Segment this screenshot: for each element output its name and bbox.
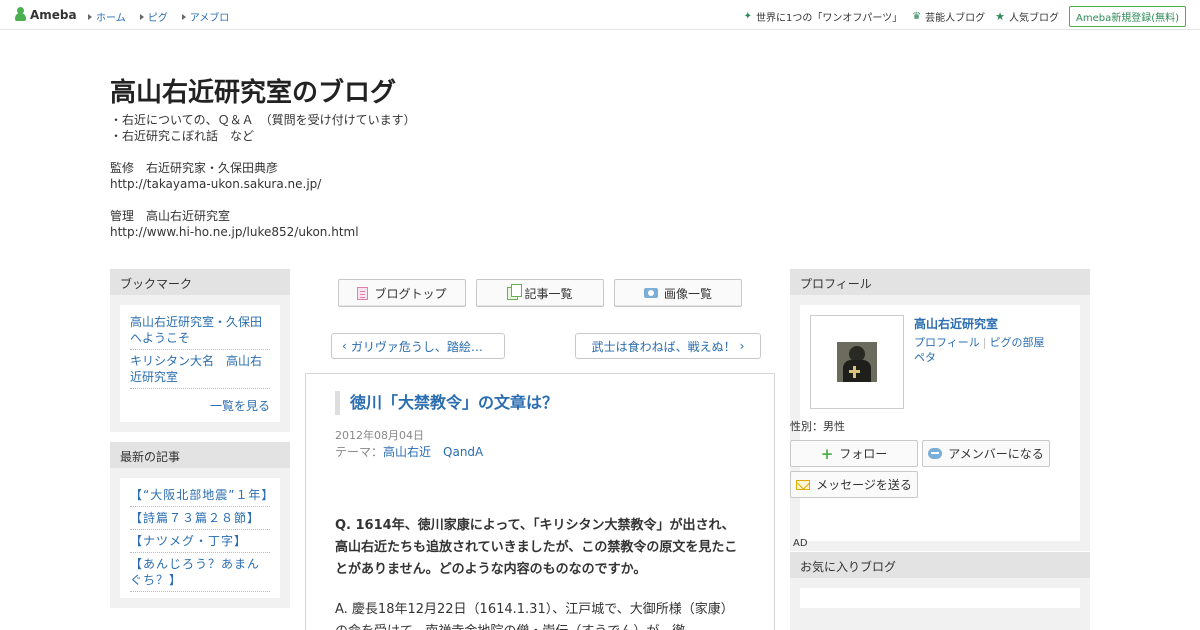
amember-button[interactable]: アメンバーになる (922, 440, 1050, 467)
triangle-icon (139, 14, 144, 20)
follow-button[interactable]: + フォロー (790, 440, 918, 467)
favorites-heading: お気に入りブログ (790, 552, 1090, 578)
nav-pigg[interactable]: ピグ (139, 9, 168, 24)
crown-icon: ♛ (912, 11, 922, 22)
celebrity-blog-link[interactable]: ♛ 芸能人ブログ (912, 9, 985, 24)
profile-name[interactable]: 高山右近研究室 (914, 315, 998, 332)
star-icon: ★ (995, 10, 1005, 23)
desc-line (110, 192, 416, 208)
left-sidebar: ブックマーク 高山右近研究室・久保田へようこそ キリシタン大名 高山右近研究室 … (110, 269, 290, 608)
prev-article-button[interactable]: ‹ ガリヴァ危うし、踏絵… (331, 333, 505, 359)
tab-article-list[interactable]: 記事一覧 (476, 279, 604, 307)
avatar-image (837, 342, 877, 382)
article-date: 2012年08月04日 (335, 429, 424, 442)
register-button[interactable]: Ameba新規登録(無料) (1068, 6, 1186, 27)
avatar[interactable] (810, 315, 904, 409)
desc-line: ・右近についての、Ｑ＆Ａ （質問を受け付けています） (110, 113, 416, 127)
tab-blog-top[interactable]: ブログトップ (338, 279, 466, 307)
desc-line: 監修 右近研究家・久保田典彦 (110, 161, 279, 175)
top-right-links: ✦ 世界に1つの「ワンオフパーツ」 ♛ 芸能人ブログ ★ 人気ブログ Ameba新規登… (744, 6, 1186, 27)
chevron-right-icon: › (739, 339, 745, 353)
next-article-button[interactable]: 武士は食わねば、戦えぬ！ › (575, 333, 761, 359)
top-bar: Ameba ホーム ピグ アメブロ ✦ 世界に1つの「ワンオフパーツ」 ♛ 芸能人ブ… (0, 0, 1200, 30)
recent-article-link[interactable]: 【ナツメグ・丁字】 (130, 530, 270, 553)
chevron-left-icon: ‹ (342, 339, 347, 353)
article-question: Q. 1614年、徳川家康によって、「キリシタン大禁教令」が出され、高山右近たち… (335, 518, 738, 577)
blog-description: ・右近についての、Ｑ＆Ａ （質問を受け付けています） ・右近研究こぼれ話 など … (110, 112, 416, 240)
ameba-logo[interactable]: Ameba (14, 7, 77, 22)
nav-ameblo[interactable]: アメブロ (181, 9, 229, 24)
nav-home[interactable]: ホーム (88, 9, 126, 24)
article: 徳川「大禁教令」の文章は？ 2012年08月04日 テーマ：高山右近 QandA… (305, 373, 775, 630)
desc-line: ・右近研究こぼれ話 など (110, 129, 255, 143)
bookmark-link[interactable]: 高山右近研究室・久保田へようこそ (130, 311, 270, 350)
oneoff-parts-link[interactable]: ✦ 世界に1つの「ワンオフパーツ」 (744, 9, 903, 24)
bookmark-more-link[interactable]: 一覧を見る (130, 389, 270, 416)
pigg-room-link[interactable]: ピグの部屋 (990, 336, 1045, 349)
ad-label: AD (793, 538, 808, 549)
theme-link[interactable]: 高山右近 QandA (383, 445, 483, 459)
peta-link[interactable]: ペタ (914, 351, 936, 364)
chat-bubble-icon (928, 448, 943, 459)
blog-tabs: ブログトップ 記事一覧 画像一覧 (338, 279, 742, 307)
desc-line: http://www.hi-ho.ne.jp/luke852/ukon.html (110, 225, 359, 239)
right-sidebar: プロフィール 高山右近研究室 プロフィール | ピグの部屋 ペタ 性別：男性 + フォ… (790, 269, 1090, 551)
bookmark-heading: ブックマーク (110, 269, 290, 295)
triangle-icon (88, 14, 92, 20)
mail-icon (796, 479, 811, 490)
profile-links: プロフィール | ピグの部屋 ペタ (914, 336, 1045, 364)
article-answer: A. 慶長18年12月22日（1614.1.31）、江戸城で、大御所様（家康）の… (335, 602, 734, 630)
recent-box: 最新の記事 【“大阪北部地震”１年】 【詩篇７３篇２８節】 【ナツメグ・丁字】 … (110, 442, 290, 608)
profile-card: 高山右近研究室 プロフィール | ピグの部屋 ペタ 性別：男性 + フォロー アメンバ… (790, 305, 1080, 541)
desc-line (110, 144, 416, 160)
article-theme: テーマ：高山右近 QandA (335, 445, 484, 459)
plus-icon: + (820, 444, 834, 463)
recent-article-link[interactable]: 【詩篇７３篇２８節】 (130, 507, 270, 530)
document-icon (507, 283, 523, 300)
triangle-icon (181, 14, 186, 20)
recent-article-link[interactable]: 【あんじろう？あまんぐち？】 (130, 553, 270, 592)
send-message-button[interactable]: メッセージを送る (790, 471, 918, 498)
profile-gender: 性別：男性 (790, 420, 845, 433)
ameba-logo-icon (14, 7, 27, 22)
profile-link[interactable]: プロフィール (914, 336, 980, 349)
tab-image-list[interactable]: 画像一覧 (614, 279, 742, 307)
desc-line: 管理 高山右近研究室 (110, 209, 231, 223)
blog-title[interactable]: 高山右近研究室のブログ (110, 72, 396, 109)
bookmark-box: ブックマーク 高山右近研究室・久保田へようこそ キリシタン大名 高山右近研究室 … (110, 269, 290, 432)
sparkle-icon: ✦ (743, 11, 752, 22)
desc-line: http://takayama-ukon.sakura.ne.jp/ (110, 177, 322, 191)
top-nav: ホーム ピグ アメブロ (88, 9, 229, 24)
recent-article-link[interactable]: 【“大阪北部地震”１年】 (130, 484, 273, 507)
recent-heading: 最新の記事 (110, 442, 290, 468)
logo-text: Ameba (30, 7, 77, 22)
article-title[interactable]: 徳川「大禁教令」の文章は？ (335, 391, 558, 415)
bookmark-link[interactable]: キリシタン大名 高山右近研究室 (130, 350, 270, 389)
camera-icon (643, 288, 658, 298)
favorite-blogs-box: お気に入りブログ (790, 552, 1090, 630)
popular-blog-link[interactable]: ★ 人気ブログ (995, 9, 1059, 24)
profile-heading: プロフィール (790, 269, 1090, 295)
blog-list-icon (357, 286, 369, 300)
favorites-list (800, 588, 1080, 608)
